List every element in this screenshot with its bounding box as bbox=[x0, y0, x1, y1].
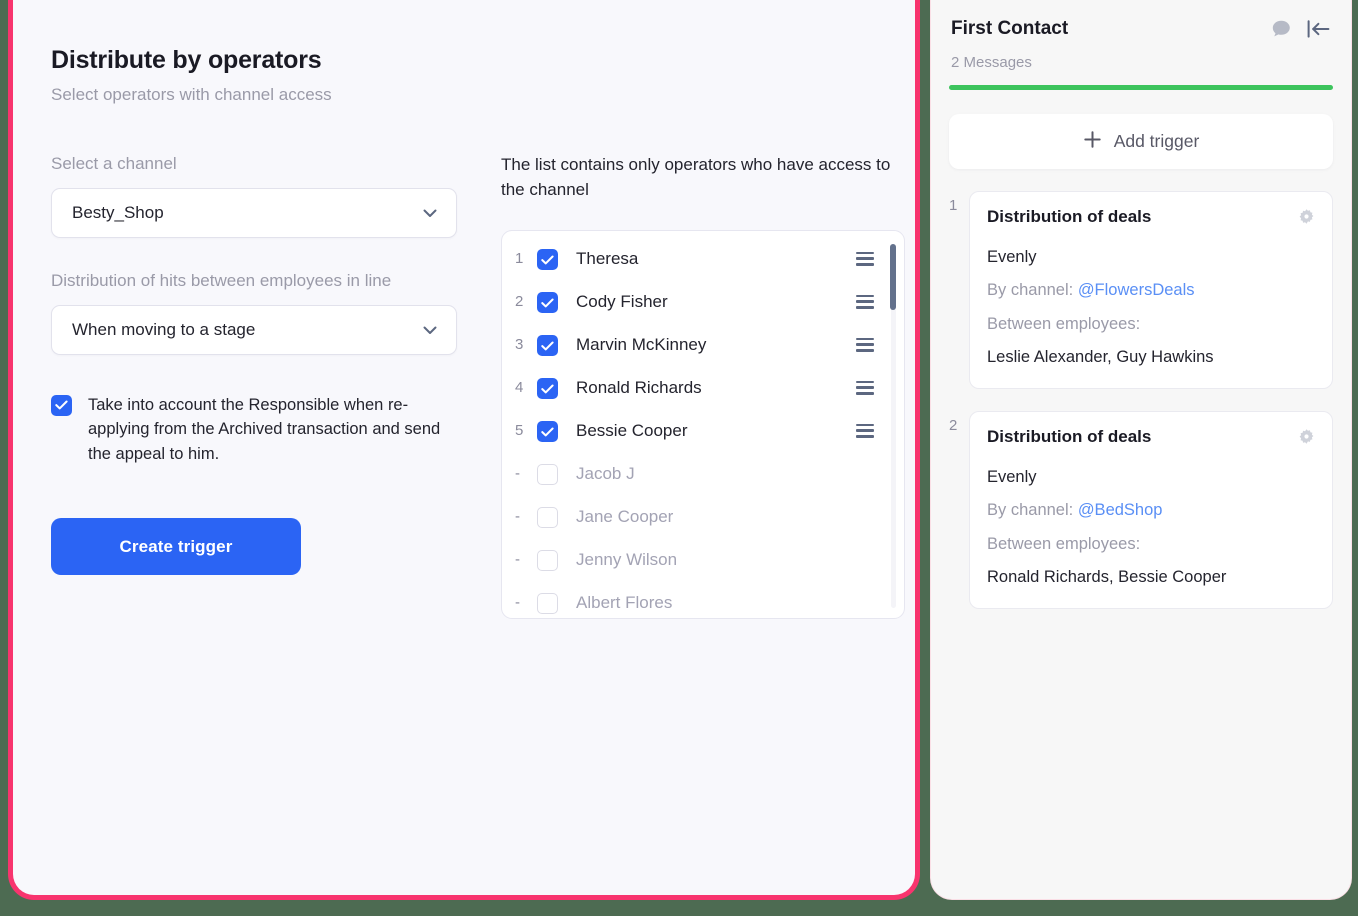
trigger-employees-label: Between employees: bbox=[987, 534, 1141, 553]
operator-row[interactable]: 5 Bessie Cooper bbox=[502, 409, 904, 452]
distribution-field-label: Distribution of hits between employees i… bbox=[51, 270, 392, 290]
operators-list-hint: The list contains only operators who hav… bbox=[501, 155, 891, 199]
add-trigger-label: Add trigger bbox=[1113, 131, 1200, 151]
operator-order-number: 5 bbox=[515, 422, 524, 440]
operator-order-number: 1 bbox=[515, 250, 524, 268]
operator-row[interactable]: - Albert Flores bbox=[502, 581, 904, 618]
operator-order-number: - bbox=[515, 551, 520, 569]
drag-handle-icon[interactable] bbox=[856, 251, 874, 266]
progress-bar bbox=[949, 85, 1333, 90]
trigger-card[interactable]: Distribution of deals Evenly By channel: @… bbox=[969, 410, 1333, 609]
operator-name: Ronald Richards bbox=[576, 377, 702, 397]
trigger-channel-row: By channel: @BedShop bbox=[987, 500, 1315, 521]
trigger-item: 1 Distribution of deals Evenly By channel: … bbox=[949, 191, 1333, 389]
trigger-channel-prefix: By channel: bbox=[987, 281, 1078, 300]
gear-icon[interactable] bbox=[1298, 428, 1315, 450]
trigger-order-number: 2 bbox=[949, 416, 958, 434]
operator-name: Marvin McKinney bbox=[576, 334, 707, 354]
trigger-order-number: 1 bbox=[949, 197, 958, 214]
operator-row[interactable]: - Jacob J bbox=[502, 452, 904, 495]
operator-checkbox[interactable] bbox=[537, 378, 558, 400]
operator-row[interactable]: 3 Marvin McKinney bbox=[502, 323, 904, 366]
trigger-mode: Evenly bbox=[987, 467, 1037, 486]
gear-icon[interactable] bbox=[1298, 208, 1315, 230]
operator-row[interactable]: - Jane Cooper bbox=[502, 495, 904, 538]
trigger-channel-prefix: By channel: bbox=[987, 501, 1078, 520]
page-subtitle: Select operators with channel access bbox=[51, 85, 332, 104]
operator-checkbox[interactable] bbox=[537, 550, 558, 572]
distribution-select-value: When moving to a stage bbox=[72, 319, 256, 339]
operator-order-number: 3 bbox=[515, 336, 524, 354]
trigger-item: 2 Distribution of deals Evenly By channel: … bbox=[949, 410, 1333, 609]
trigger-channel-link[interactable]: @BedShop bbox=[1078, 501, 1163, 519]
operators-column: The list contains only operators who hav… bbox=[501, 153, 905, 620]
add-trigger-button[interactable]: Add trigger bbox=[949, 114, 1333, 169]
drag-handle-icon[interactable] bbox=[856, 294, 874, 309]
plus-icon bbox=[1083, 130, 1102, 154]
operator-name: Jane Cooper bbox=[576, 506, 674, 526]
distribution-select[interactable]: When moving to a stage bbox=[51, 304, 457, 355]
create-trigger-button[interactable]: Create trigger bbox=[51, 518, 301, 576]
operator-name: Theresa bbox=[576, 248, 639, 268]
operator-checkbox[interactable] bbox=[537, 421, 558, 443]
operator-name: Albert Flores bbox=[576, 592, 673, 612]
channel-select-value: Besty_Shop bbox=[72, 202, 164, 222]
trigger-title: Distribution of deals bbox=[987, 426, 1152, 446]
right-panel-title: First Contact bbox=[951, 18, 1069, 39]
operator-row[interactable]: - Jenny Wilson bbox=[502, 538, 904, 581]
operator-name: Jacob J bbox=[576, 463, 635, 483]
channel-select[interactable]: Besty_Shop bbox=[51, 187, 457, 238]
chat-bubble-icon[interactable] bbox=[1271, 19, 1292, 45]
operator-checkbox[interactable] bbox=[537, 593, 558, 615]
operator-row[interactable]: 2 Cody Fisher bbox=[502, 280, 904, 323]
drag-handle-icon[interactable] bbox=[856, 337, 874, 352]
operator-checkbox[interactable] bbox=[537, 249, 558, 271]
operator-name: Cody Fisher bbox=[576, 291, 668, 311]
operator-order-number: 2 bbox=[515, 293, 524, 311]
operator-checkbox[interactable] bbox=[537, 507, 558, 529]
operators-scrollbar-thumb[interactable] bbox=[890, 244, 896, 311]
chevron-down-icon bbox=[420, 203, 440, 223]
trigger-channel-link[interactable]: @FlowersDeals bbox=[1078, 281, 1195, 299]
operator-checkbox[interactable] bbox=[537, 335, 558, 357]
operator-checkbox[interactable] bbox=[537, 464, 558, 486]
operator-name: Bessie Cooper bbox=[576, 420, 688, 440]
drag-handle-icon[interactable] bbox=[856, 380, 874, 395]
distribute-by-operators-panel: Distribute by operators Select operators… bbox=[8, 0, 920, 900]
trigger-mode: Evenly bbox=[987, 248, 1037, 266]
responsible-checkbox-label: Take into account the Responsible when r… bbox=[88, 395, 441, 463]
trigger-employees: Ronald Richards, Bessie Cooper bbox=[987, 568, 1227, 587]
responsible-checkbox[interactable] bbox=[51, 394, 72, 416]
trigger-employees-label: Between employees: bbox=[987, 314, 1141, 333]
collapse-panel-icon[interactable] bbox=[1306, 18, 1331, 45]
operator-order-number: - bbox=[515, 508, 520, 526]
messages-count: 2 Messages bbox=[951, 54, 1032, 71]
right-panel-header: First Contact bbox=[949, 16, 1333, 45]
responsible-checkbox-row[interactable]: Take into account the Responsible when r… bbox=[51, 393, 457, 466]
operators-list: 1 Theresa 2 Cody Fisher 3 Marvin McKinney 4 Ron… bbox=[501, 230, 905, 620]
first-contact-panel: First Contact 2 Messages Add trigger 1 D… bbox=[930, 0, 1352, 900]
page-title: Distribute by operators bbox=[51, 46, 322, 74]
operator-order-number: 4 bbox=[515, 379, 524, 397]
trigger-title: Distribution of deals bbox=[987, 207, 1152, 226]
operator-row[interactable]: 4 Ronald Richards bbox=[502, 366, 904, 409]
operator-order-number: - bbox=[515, 465, 520, 483]
operator-row[interactable]: 1 Theresa bbox=[502, 237, 904, 280]
trigger-channel-row: By channel: @FlowersDeals bbox=[987, 280, 1315, 301]
settings-column: Select a channel Besty_Shop Distribution… bbox=[51, 153, 457, 619]
operator-name: Jenny Wilson bbox=[576, 549, 678, 569]
chevron-down-icon bbox=[420, 320, 440, 340]
operator-checkbox[interactable] bbox=[537, 292, 558, 314]
trigger-card[interactable]: Distribution of deals Evenly By channel: @… bbox=[969, 191, 1333, 389]
operator-order-number: - bbox=[515, 594, 520, 612]
channel-field-label: Select a channel bbox=[51, 154, 177, 173]
drag-handle-icon[interactable] bbox=[856, 423, 874, 438]
trigger-employees: Leslie Alexander, Guy Hawkins bbox=[987, 348, 1214, 367]
